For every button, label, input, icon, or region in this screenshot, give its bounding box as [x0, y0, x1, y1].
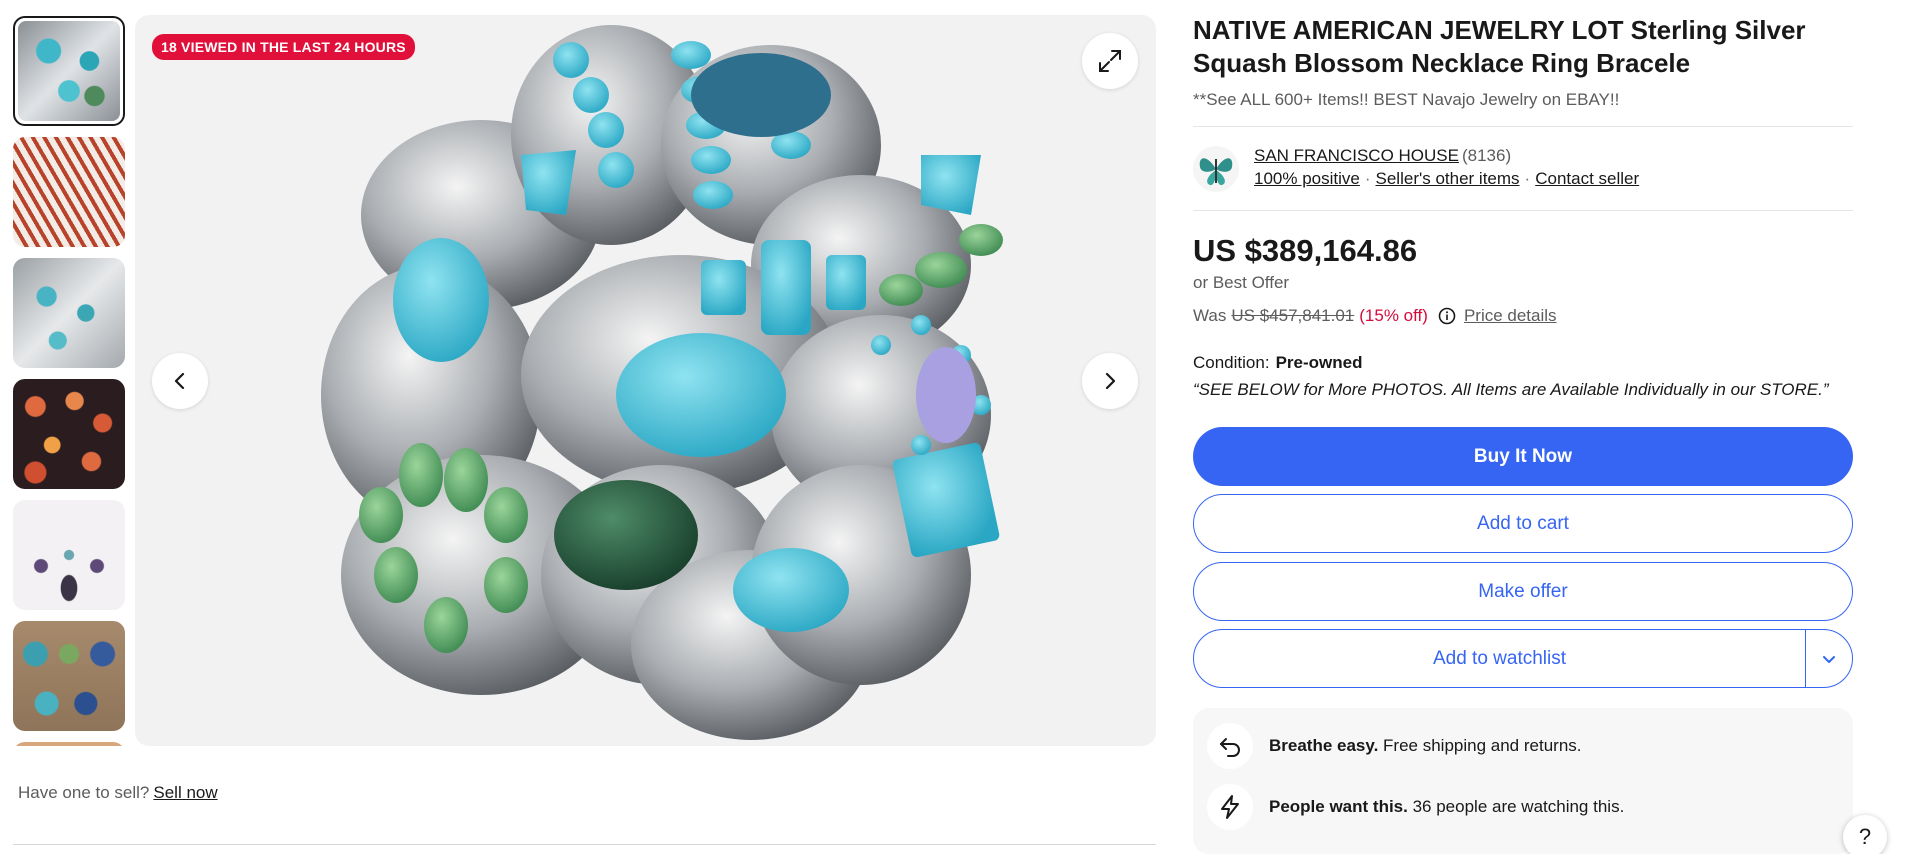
viewed-badge: 18 VIEWED IN THE LAST 24 HOURS — [152, 34, 415, 60]
divider — [1193, 210, 1853, 211]
condition-value: Pre-owned — [1275, 353, 1363, 372]
thumbnail-image — [13, 621, 125, 731]
lightning-icon — [1207, 784, 1253, 830]
highlight-bold: People want this. — [1269, 797, 1408, 816]
seller-avatar[interactable] — [1193, 146, 1239, 192]
thumbnail-4[interactable] — [13, 379, 125, 489]
info-icon[interactable] — [1438, 307, 1456, 325]
thumbnail-image — [13, 742, 125, 746]
highlight-bold: Breathe easy. — [1269, 736, 1379, 755]
divider — [1193, 126, 1853, 127]
was-label: Was — [1193, 306, 1227, 325]
jewelry-photo — [321, 25, 1003, 740]
condition-line: Condition: Pre-owned — [1193, 353, 1362, 373]
sell-prompt-text: Have one to sell? — [18, 783, 150, 802]
highlight-text: Free shipping and returns. — [1383, 736, 1582, 755]
highlight-watchers: People want this. 36 people are watching… — [1207, 784, 1624, 830]
thumbnail-image — [13, 500, 125, 610]
thumbnail-3[interactable] — [13, 258, 125, 368]
price-details-link[interactable]: Price details — [1464, 306, 1557, 326]
best-offer-text: or Best Offer — [1193, 273, 1290, 292]
watchlist-dropdown-button[interactable] — [1806, 630, 1852, 687]
listing-subtitle: **See ALL 600+ Items!! BEST Navajo Jewel… — [1193, 90, 1620, 109]
thumbnail-2[interactable] — [13, 137, 125, 247]
return-arrow-icon — [1207, 723, 1253, 769]
highlights-box: Breathe easy. Free shipping and returns.… — [1193, 708, 1853, 854]
sell-now-link[interactable]: Sell now — [153, 783, 217, 802]
thumbnail-strip — [13, 16, 125, 746]
seller-feedback-count: (8136) — [1461, 146, 1512, 165]
chevron-down-icon — [1823, 655, 1835, 663]
discount-percent: (15% off) — [1359, 306, 1428, 325]
divider — [13, 844, 1156, 845]
thumbnail-6[interactable] — [13, 621, 125, 731]
thumbnail-5[interactable] — [13, 500, 125, 610]
previous-image-button[interactable] — [152, 353, 208, 409]
butterfly-logo-icon — [1199, 158, 1233, 186]
was-price-line: Was US $457,841.01 (15% off) Price detai… — [1193, 306, 1557, 326]
contact-seller-link[interactable]: Contact seller — [1535, 169, 1639, 188]
listing-title: NATIVE AMERICAN JEWELRY LOT Sterling Sil… — [1193, 15, 1806, 78]
thumbnail-7[interactable] — [13, 742, 125, 746]
thumbnail-image — [18, 21, 120, 121]
add-to-cart-button[interactable]: Add to cart — [1193, 494, 1853, 553]
seller-info: SAN FRANCISCO HOUSE (8136) — [1254, 146, 1511, 166]
thumbnail-image — [13, 258, 125, 368]
watchlist-control: Add to watchlist — [1193, 629, 1853, 688]
highlight-text: 36 people are watching this. — [1412, 797, 1625, 816]
main-product-image[interactable]: 18 VIEWED IN THE LAST 24 HOURS — [135, 15, 1156, 746]
chevron-right-icon — [1105, 372, 1116, 390]
add-to-watchlist-button[interactable]: Add to watchlist — [1194, 630, 1806, 687]
expand-image-button[interactable] — [1082, 33, 1138, 89]
original-price: US $457,841.01 — [1231, 306, 1355, 325]
separator-dot: · — [1524, 169, 1531, 188]
buy-it-now-button[interactable]: Buy It Now — [1193, 427, 1853, 486]
condition-description: “SEE BELOW for More PHOTOS. All Items ar… — [1193, 380, 1829, 399]
positive-feedback-link[interactable]: 100% positive — [1254, 169, 1360, 188]
sell-prompt: Have one to sell? Sell now — [18, 783, 218, 803]
expand-icon — [1099, 50, 1121, 72]
item-price: US $389,164.86 — [1193, 233, 1418, 268]
sellers-other-items-link[interactable]: Seller's other items — [1376, 169, 1520, 188]
thumbnail-image — [13, 379, 125, 489]
thumbnail-1[interactable] — [13, 16, 125, 126]
chevron-left-icon — [174, 372, 185, 390]
next-image-button[interactable] — [1082, 353, 1138, 409]
separator-dot: · — [1364, 169, 1371, 188]
thumbnail-image — [13, 137, 125, 247]
highlight-shipping: Breathe easy. Free shipping and returns. — [1207, 723, 1582, 769]
seller-links: 100% positive · Seller's other items · Conta… — [1254, 169, 1639, 189]
condition-label: Condition: — [1193, 353, 1270, 372]
seller-name-link[interactable]: SAN FRANCISCO HOUSE — [1254, 146, 1459, 165]
help-button[interactable]: ? — [1843, 815, 1887, 854]
make-offer-button[interactable]: Make offer — [1193, 562, 1853, 621]
